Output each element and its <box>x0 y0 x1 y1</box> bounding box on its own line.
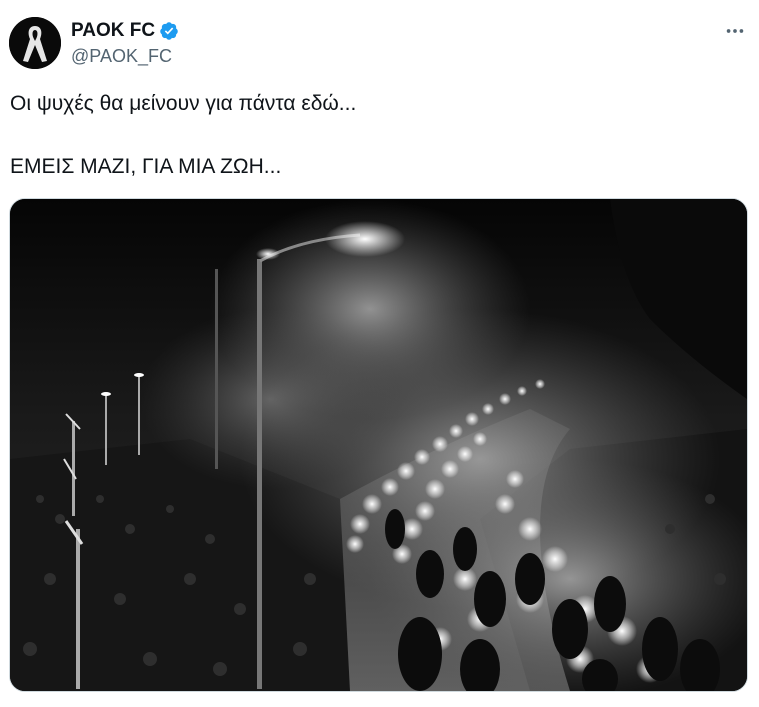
more-options-button[interactable] <box>718 16 752 46</box>
tweet-photo[interactable] <box>9 198 748 692</box>
tweet-text-line-1: Οι ψυχές θα μείνουν για πάντα εδώ... <box>10 92 357 115</box>
author-name-row[interactable]: PAOK FC <box>71 20 179 42</box>
black-ribbon-icon <box>9 17 61 69</box>
verified-badge-icon <box>159 21 179 41</box>
display-name[interactable]: PAOK FC <box>71 20 155 42</box>
author-handle[interactable]: @PAOK_FC <box>71 46 172 67</box>
night-march-photo <box>10 199 747 691</box>
tweet-text-line-2: ΕΜΕΙΣ ΜΑΖΙ, ΓΙΑ ΜΙΑ ΖΩΗ... <box>10 155 282 178</box>
tweet: PAOK FC @PAOK_FC Οι ψυχές θα μείνουν για… <box>0 0 759 707</box>
avatar[interactable] <box>9 17 61 69</box>
more-horizontal-icon <box>726 29 744 33</box>
